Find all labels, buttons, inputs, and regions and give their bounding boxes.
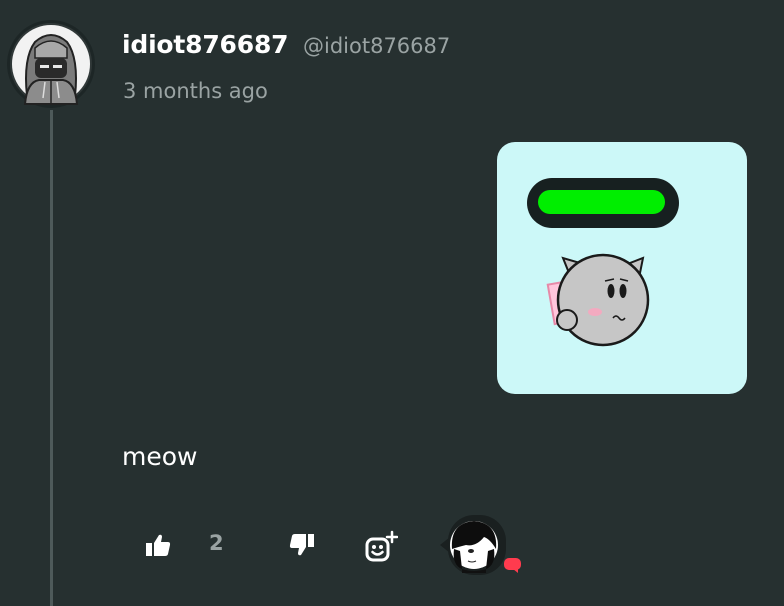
add-reaction-icon <box>365 530 398 562</box>
comment-text: meow <box>122 442 198 471</box>
health-bar-fill <box>538 190 665 214</box>
heart-badge-icon <box>504 558 521 573</box>
like-count: 2 <box>209 531 224 555</box>
cat-sticker-icon <box>546 253 650 347</box>
author-avatar[interactable] <box>5 18 97 110</box>
thumbs-up-icon <box>146 534 171 556</box>
comment-timestamp: 3 months ago <box>123 79 268 103</box>
health-bar <box>527 178 679 228</box>
author-username[interactable]: idiot876687 <box>122 30 289 59</box>
creator-reply-avatar[interactable] <box>440 515 506 575</box>
creator-avatar-icon <box>440 515 506 575</box>
comment-card: idiot876687 @idiot876687 3 months ago me… <box>0 0 784 606</box>
thumbs-down-icon <box>289 534 314 556</box>
hooded-figure-icon <box>7 20 95 108</box>
add-reaction-button[interactable] <box>362 528 400 564</box>
author-handle[interactable]: @idiot876687 <box>303 34 450 58</box>
heart-badge <box>503 557 522 574</box>
like-button[interactable] <box>142 529 174 561</box>
dislike-button[interactable] <box>286 529 318 561</box>
sticker-image[interactable] <box>497 142 747 394</box>
thread-line <box>50 110 53 606</box>
